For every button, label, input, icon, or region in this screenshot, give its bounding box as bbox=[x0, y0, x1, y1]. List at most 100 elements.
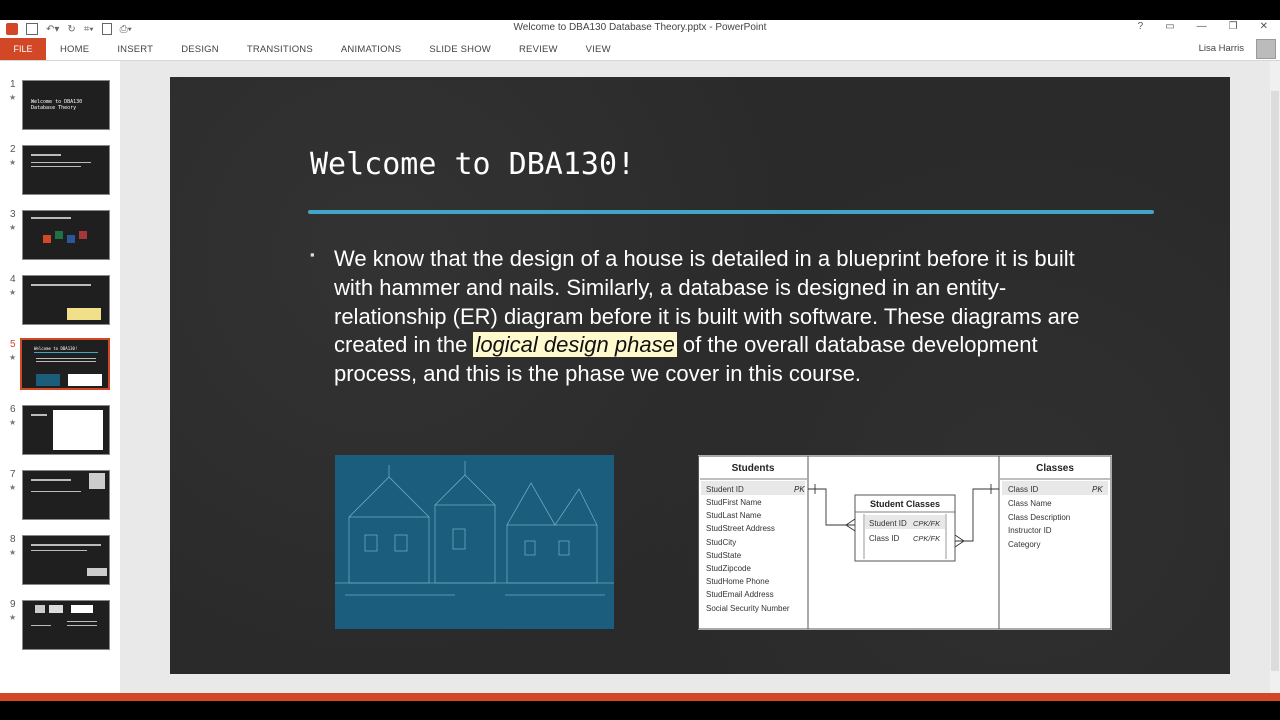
slide-thumbnail-1[interactable]: Welcome to DBA130 Database Theory bbox=[22, 80, 110, 130]
er-diagram: Students PK Student ID StudFirst Name St… bbox=[698, 455, 1112, 630]
students-field: Social Security Number bbox=[706, 604, 790, 613]
minimize-icon[interactable]: — bbox=[1197, 21, 1207, 32]
student-classes-title: Student Classes bbox=[870, 499, 940, 509]
thumbnail-row[interactable]: 3 ★ bbox=[0, 209, 120, 269]
thumbnail-line bbox=[31, 544, 101, 546]
slide-thumbnail-6[interactable] bbox=[22, 405, 110, 455]
tab-view[interactable]: VIEW bbox=[572, 44, 625, 55]
animation-star-icon: ★ bbox=[9, 548, 17, 557]
blueprint-image[interactable] bbox=[335, 455, 614, 629]
students-field: StudLast Name bbox=[706, 511, 762, 520]
thumbnail-photo bbox=[87, 568, 107, 576]
student-classes-field: Class ID bbox=[869, 534, 899, 543]
slide-thumbnail-9[interactable] bbox=[22, 600, 110, 650]
thumbnail-line bbox=[31, 625, 51, 626]
students-pk-label: PK bbox=[794, 485, 805, 494]
ribbon-tab-list: HOME INSERT DESIGN TRANSITIONS ANIMATION… bbox=[46, 38, 625, 60]
thumbnail-line bbox=[67, 621, 97, 622]
thumbnail-row[interactable]: 5 ★ Welcome to DBA130! bbox=[0, 338, 120, 399]
thumbnail-line bbox=[36, 361, 96, 362]
animation-star-icon: ★ bbox=[9, 353, 17, 362]
slide-canvas[interactable]: Welcome to DBA130! ▪ We know that the de… bbox=[170, 77, 1230, 674]
top-black-bar bbox=[0, 0, 1280, 20]
students-field: Student ID bbox=[706, 485, 744, 494]
tab-review[interactable]: REVIEW bbox=[505, 44, 572, 55]
classes-field: Category bbox=[1008, 540, 1040, 549]
tab-slide-show[interactable]: SLIDE SHOW bbox=[415, 44, 505, 55]
thumbnail-line bbox=[31, 154, 61, 156]
thumbnail-title: Welcome to DBA130! bbox=[34, 346, 78, 351]
classes-field: Instructor ID bbox=[1008, 526, 1052, 535]
close-icon[interactable]: ✕ bbox=[1260, 21, 1268, 32]
slide-number: 4 bbox=[10, 274, 16, 285]
tab-insert[interactable]: INSERT bbox=[103, 44, 167, 55]
help-icon[interactable]: ? bbox=[1138, 21, 1144, 32]
tab-home[interactable]: HOME bbox=[46, 44, 103, 55]
student-classes-key: CPK/FK bbox=[913, 519, 941, 528]
thumbnail-row[interactable]: 4 ★ bbox=[0, 274, 120, 334]
user-name[interactable]: Lisa Harris bbox=[1199, 43, 1244, 54]
thumbnail-photo bbox=[71, 605, 93, 613]
status-bar bbox=[0, 693, 1280, 720]
tab-animations[interactable]: ANIMATIONS bbox=[327, 44, 415, 55]
thumbnail-diagram bbox=[53, 410, 103, 450]
slide-number: 1 bbox=[10, 79, 16, 90]
thumbnail-row[interactable]: 8 ★ bbox=[0, 534, 120, 594]
tab-transitions[interactable]: TRANSITIONS bbox=[233, 44, 327, 55]
animation-star-icon: ★ bbox=[9, 288, 17, 297]
thumbnail-row[interactable]: 1 ★ Welcome to DBA130 Database Theory bbox=[0, 79, 120, 139]
classes-field: Class Name bbox=[1008, 499, 1052, 508]
tab-design[interactable]: DESIGN bbox=[167, 44, 233, 55]
title-bar: ↶▾ ↻ ⌗▾ ⎙▾ Welcome to DBA130 Database Th… bbox=[0, 20, 1280, 38]
thumbnail-row[interactable]: 6 ★ bbox=[0, 404, 120, 464]
students-field: StudFirst Name bbox=[706, 498, 762, 507]
slide-thumbnail-7[interactable] bbox=[22, 470, 110, 520]
office-app-icon bbox=[67, 235, 75, 243]
avatar[interactable] bbox=[1256, 39, 1276, 59]
er-diagram-image[interactable]: Students PK Student ID StudFirst Name St… bbox=[698, 455, 1112, 630]
slide-thumbnail-3[interactable] bbox=[22, 210, 110, 260]
slide-number: 8 bbox=[10, 534, 16, 545]
animation-star-icon: ★ bbox=[9, 158, 17, 167]
restore-icon[interactable]: ❐ bbox=[1229, 21, 1238, 32]
thumbnail-line bbox=[31, 550, 87, 551]
thumbnail-line bbox=[34, 352, 98, 353]
students-field: StudStreet Address bbox=[706, 524, 775, 533]
slide-thumbnail-4[interactable] bbox=[22, 275, 110, 325]
slide-thumbnail-5[interactable]: Welcome to DBA130! bbox=[20, 338, 110, 390]
bottom-black-bar bbox=[0, 701, 1280, 720]
thumbnail-line bbox=[31, 162, 91, 163]
thumbnail-row[interactable]: 7 ★ bbox=[0, 469, 120, 529]
slide-thumbnail-2[interactable] bbox=[22, 145, 110, 195]
classes-pk-label: PK bbox=[1092, 485, 1103, 494]
thumbnail-row[interactable]: 2 ★ bbox=[0, 144, 120, 204]
vertical-scrollbar[interactable] bbox=[1270, 61, 1280, 693]
file-tab[interactable]: FILE bbox=[0, 38, 46, 60]
thumbnail-line bbox=[67, 625, 97, 626]
thumbnail-photo bbox=[35, 605, 45, 613]
students-field: StudState bbox=[706, 551, 742, 560]
slide-thumbnail-8[interactable] bbox=[22, 535, 110, 585]
slide-number: 5 bbox=[10, 339, 16, 350]
highlighted-phrase: logical design phase bbox=[473, 332, 677, 358]
thumbnail-line bbox=[31, 284, 91, 286]
students-field: StudCity bbox=[706, 538, 736, 547]
slide-number: 6 bbox=[10, 404, 16, 415]
slide-title[interactable]: Welcome to DBA130! bbox=[310, 147, 635, 182]
thumbnail-line bbox=[31, 166, 81, 167]
thumbnail-line bbox=[31, 491, 81, 492]
students-field: StudHome Phone bbox=[706, 577, 770, 586]
classes-field: Class ID bbox=[1008, 485, 1038, 494]
thumbnail-line bbox=[31, 479, 71, 481]
ribbon-tabs: HOME INSERT DESIGN TRANSITIONS ANIMATION… bbox=[0, 38, 1280, 61]
office-app-icon bbox=[43, 235, 51, 243]
ribbon-display-icon[interactable]: ▭ bbox=[1165, 21, 1174, 32]
office-app-icon bbox=[55, 231, 63, 239]
thumbnail-line bbox=[31, 217, 71, 219]
slide-body-text[interactable]: We know that the design of a house is de… bbox=[334, 245, 1109, 389]
scrollbar-thumb[interactable] bbox=[1271, 91, 1279, 671]
animation-star-icon: ★ bbox=[9, 483, 17, 492]
slide-thumbnail-pane: 1 ★ Welcome to DBA130 Database Theory 2 … bbox=[0, 61, 120, 693]
thumbnail-line bbox=[36, 358, 96, 359]
thumbnail-row[interactable]: 9 ★ bbox=[0, 599, 120, 659]
